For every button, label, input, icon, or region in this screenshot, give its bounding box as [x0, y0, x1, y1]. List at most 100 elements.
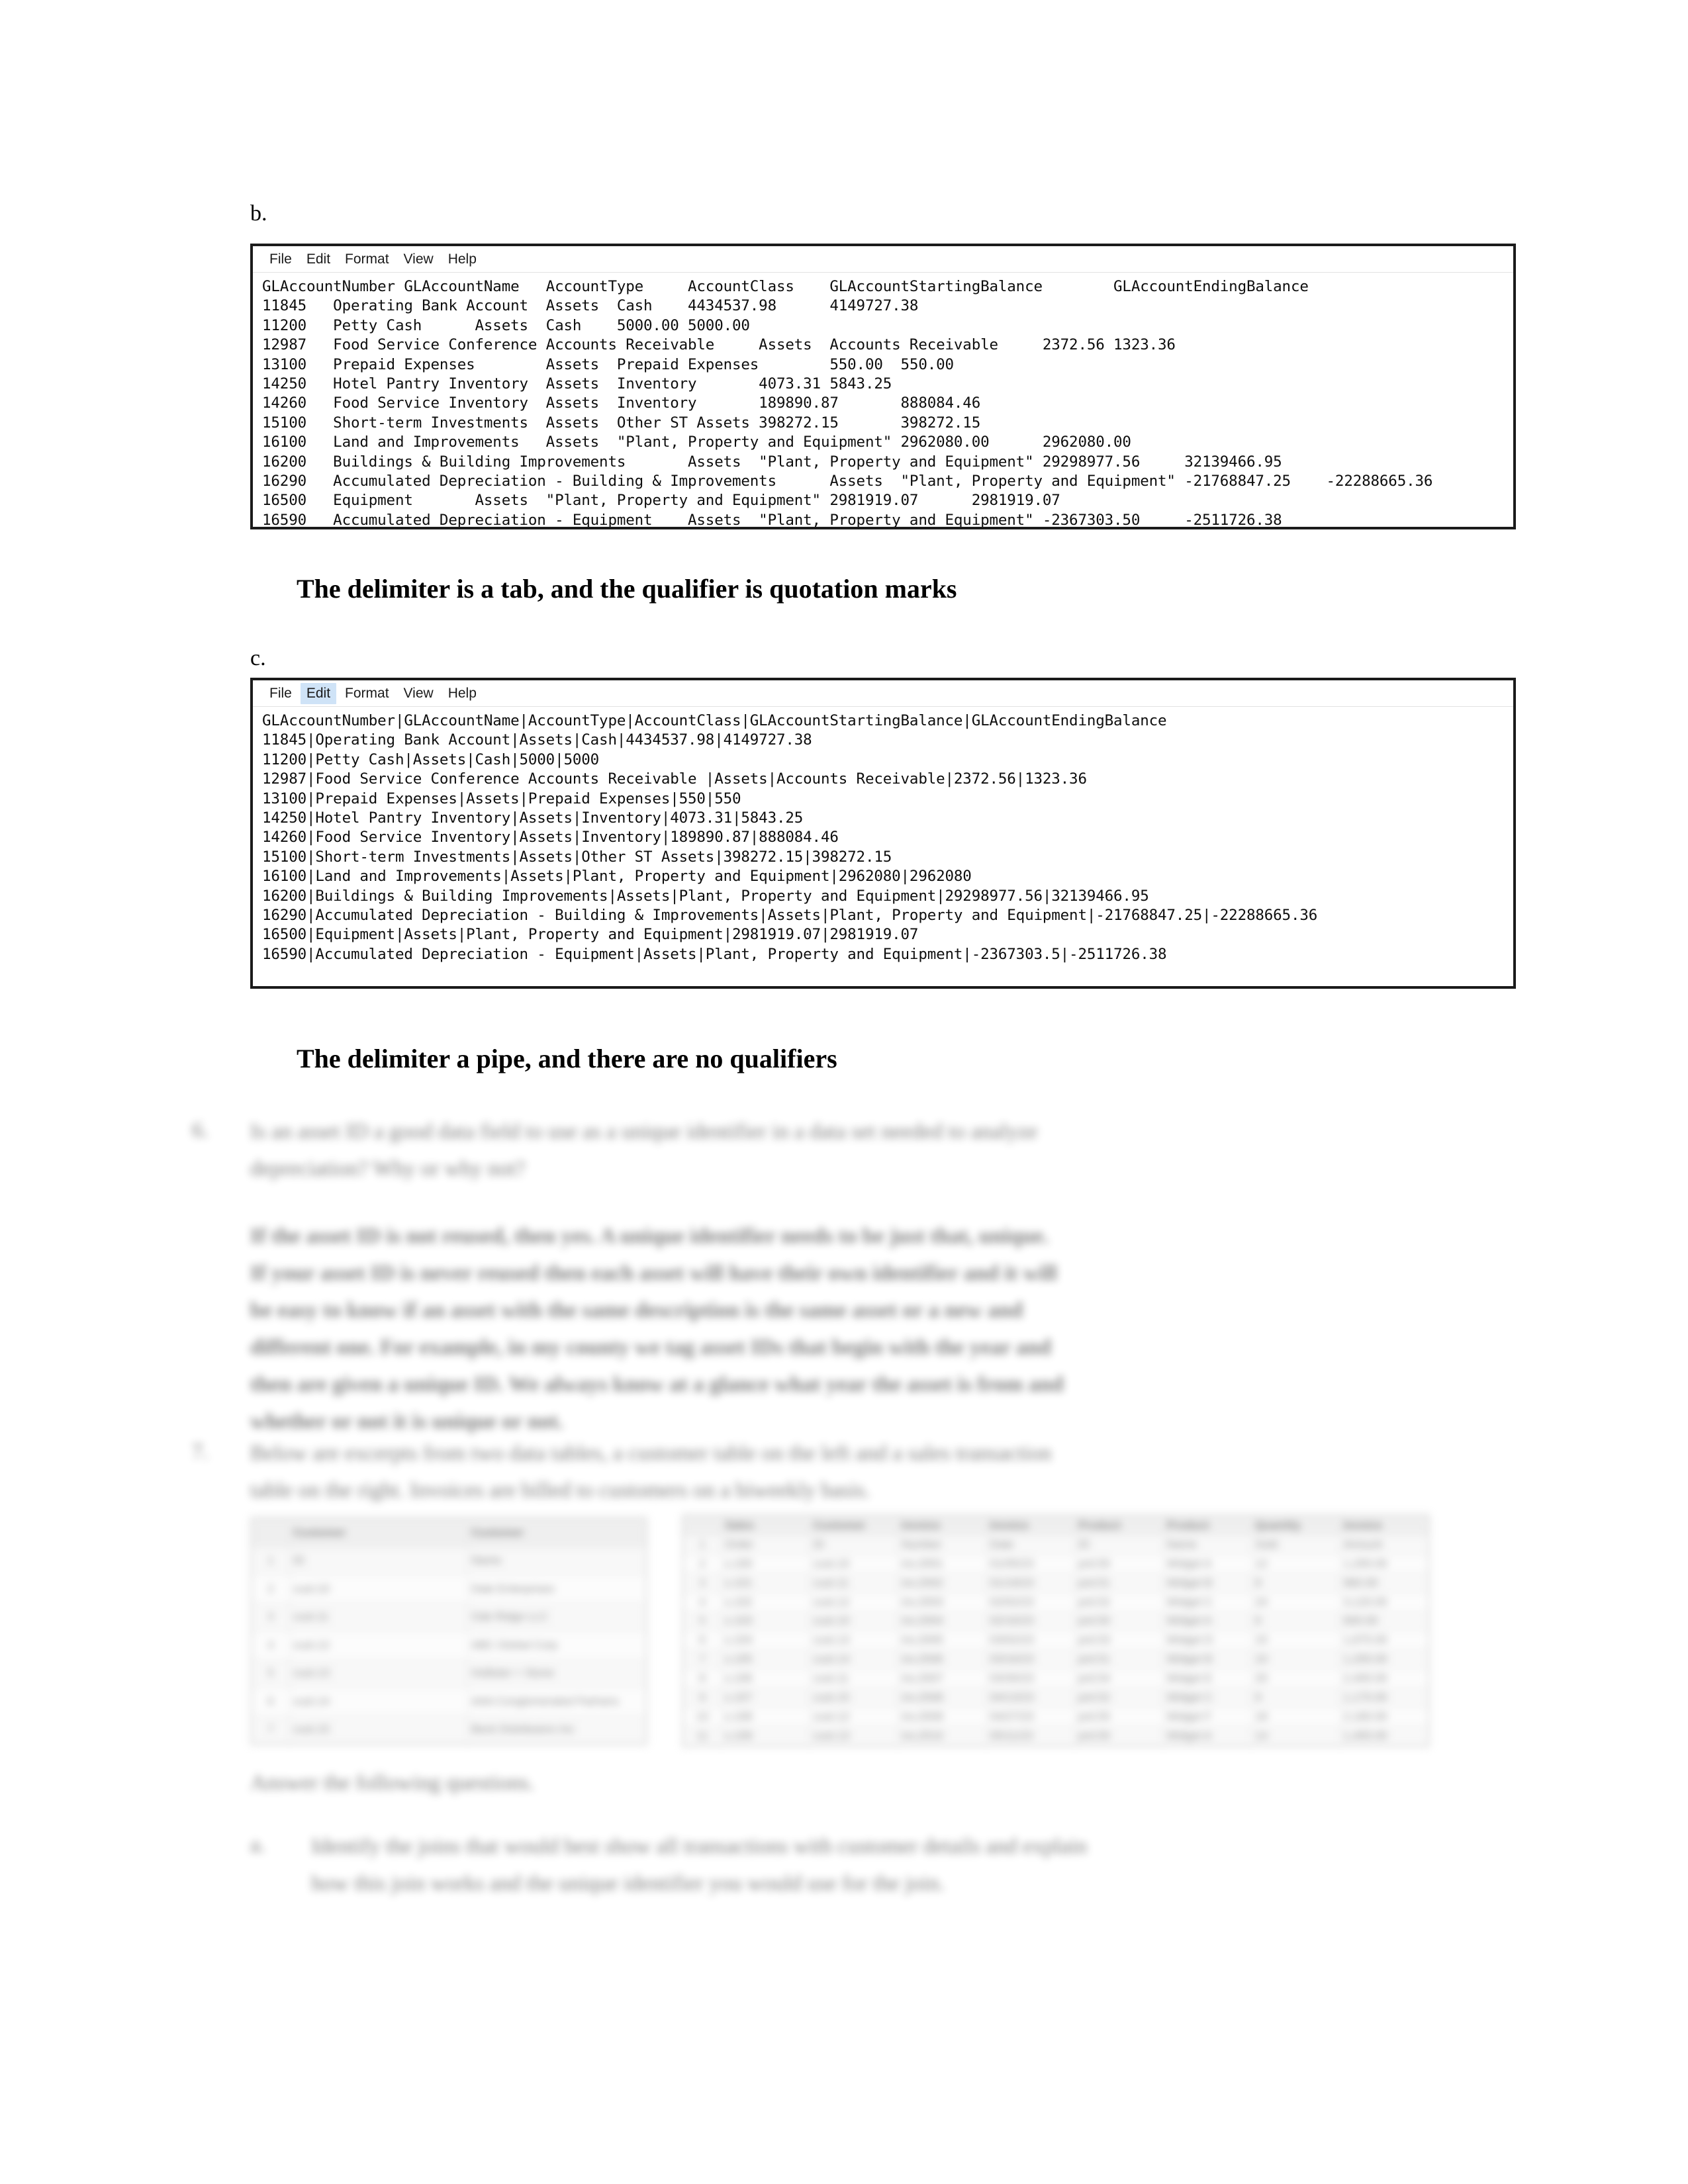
- column-header: Customer: [467, 1518, 646, 1547]
- table-cell: 6: [683, 1630, 722, 1651]
- menu-item-edit[interactable]: Edit: [300, 682, 337, 704]
- text-line: 16500|Equipment|Assets|Plant, Property a…: [262, 926, 919, 944]
- text-line: GLAccountNumber|GLAccountName|AccountTyp…: [262, 712, 1167, 729]
- table-cell: Date: [986, 1534, 1075, 1555]
- caption-tab-delimiter: The delimiter is a tab, and the qualifie…: [297, 574, 957, 604]
- table-cell: 3,120.00: [1339, 1592, 1429, 1612]
- table-cell: cust.11: [809, 1668, 898, 1689]
- table-cell: Oak Ridge LLC: [467, 1602, 646, 1631]
- table-cell: s.101: [721, 1572, 810, 1593]
- table-cell: prd.55: [1074, 1707, 1164, 1727]
- table-cell: prd.50: [1074, 1553, 1164, 1574]
- notepad-menubar[interactable]: File Edit Format View Help: [253, 246, 1513, 273]
- table-row: 1 Order ID Number Date ID Name Sold Amount: [683, 1534, 1429, 1555]
- table-cell: 7: [683, 1649, 722, 1670]
- menu-item-format[interactable]: Format: [339, 683, 395, 704]
- menu-item-edit[interactable]: Edit: [301, 249, 336, 270]
- table-cell: 04/13/23: [986, 1688, 1075, 1708]
- table-row: 6 s.104 cust.13 inv.2005 03/02/23 prd.53 Widge…: [683, 1630, 1429, 1651]
- table-cell: s.102: [721, 1592, 810, 1612]
- table-cell: prd.50: [1074, 1725, 1164, 1747]
- table-row: 2 cust.10 Dale Enterprises: [252, 1574, 646, 1604]
- table-header-row: Customer Customer: [252, 1518, 646, 1547]
- notepad-text-area[interactable]: GLAccountNumber|GLAccountName|AccountTyp…: [253, 707, 1513, 968]
- text-line: 15100 Short-term Investments Assets Othe…: [262, 414, 981, 432]
- table-cell: Widget B: [1162, 1649, 1252, 1670]
- menu-item-file[interactable]: File: [263, 683, 298, 704]
- text-line: 16200 Buildings & Building Improvements …: [262, 453, 1282, 471]
- table-cell: 10: [683, 1707, 722, 1727]
- table-row: 3 s.101 cust.11 inv.2002 01/19/23 prd.51 Widge…: [683, 1572, 1429, 1593]
- menu-item-file[interactable]: File: [263, 249, 298, 270]
- table-cell: cust.13: [809, 1630, 898, 1651]
- question-6-prompt: Is an asset ID a good data field to use …: [250, 1113, 1415, 1187]
- table-cell: 960.00: [1339, 1572, 1429, 1593]
- list-letter-c: c.: [250, 646, 266, 670]
- table-cell: Widget F: [1162, 1707, 1252, 1727]
- table-cell: prd.53: [1074, 1630, 1164, 1651]
- q7a-line-1: Identify the joins that would best show …: [311, 1835, 1088, 1858]
- table-cell: cust.10: [809, 1553, 898, 1574]
- table-cell: 12: [1251, 1553, 1340, 1574]
- notepad-window-pipe-delimited[interactable]: File Edit Format View Help GLAccountNumber|G…: [250, 678, 1516, 989]
- notepad-menubar[interactable]: File Edit Format View Help: [253, 680, 1513, 707]
- table-row: 2 s.100 cust.10 inv.2001 01/05/23 prd.50 Widge…: [683, 1553, 1429, 1574]
- table-cell: 5: [683, 1611, 722, 1631]
- table-cell: prd.51: [1074, 1649, 1164, 1670]
- table-cell: inv.2007: [898, 1668, 987, 1689]
- table-cell: 10: [1251, 1649, 1340, 1670]
- table-row: 6 cust.14 AAA Conglomerated Partners: [252, 1687, 646, 1716]
- table-cell: 03/02/23: [986, 1630, 1075, 1651]
- text-line: 16200|Buildings & Building Improvements|…: [262, 887, 1149, 905]
- table-row: 1 ID Name: [252, 1546, 646, 1575]
- text-line: 11845 Operating Bank Account Assets Cash…: [262, 297, 919, 315]
- question-6-answer: If the asset ID is not reused, then yes.…: [250, 1218, 1435, 1440]
- menu-item-help[interactable]: Help: [442, 683, 483, 704]
- table-cell: 3: [252, 1602, 290, 1631]
- table-cell: s.100: [721, 1553, 810, 1574]
- table-cell: inv.2005: [898, 1630, 987, 1651]
- column-header: Invoice: [1339, 1516, 1429, 1535]
- table-cell: inv.2001: [898, 1553, 987, 1574]
- menu-item-view[interactable]: View: [398, 683, 440, 704]
- table-cell: prd.50: [1074, 1611, 1164, 1631]
- table-cell: 6: [1251, 1611, 1340, 1631]
- table-cell: 20: [1251, 1668, 1340, 1689]
- table-cell: cust.14: [809, 1649, 898, 1670]
- transaction-table: Sales Customer Invoice Invoice Product Produc…: [682, 1514, 1430, 1747]
- column-header: Product: [1162, 1516, 1252, 1535]
- table-cell: cust.12: [809, 1707, 898, 1727]
- table-cell: Sold: [1251, 1534, 1340, 1555]
- column-header: Customer: [289, 1518, 468, 1547]
- table-cell: s.106: [721, 1668, 810, 1689]
- table-cell: prd.52: [1074, 1688, 1164, 1708]
- table-cell: s.105: [721, 1649, 810, 1670]
- text-line: 16590 Accumulated Depreciation - Equipme…: [262, 511, 1282, 529]
- menu-item-help[interactable]: Help: [442, 249, 483, 270]
- table-cell: inv.2006: [898, 1649, 987, 1670]
- table-cell: 03/30/23: [986, 1668, 1075, 1689]
- table-cell: Order: [721, 1534, 810, 1555]
- menu-item-view[interactable]: View: [398, 249, 440, 270]
- text-line: 11845|Operating Bank Account|Assets|Cash…: [262, 731, 812, 749]
- table-cell: 3: [683, 1572, 722, 1593]
- notepad-text-area[interactable]: GLAccountNumber GLAccountName AccountTyp…: [253, 273, 1513, 529]
- caption-pipe-delimiter: The delimiter a pipe, and there are no q…: [297, 1044, 837, 1073]
- table-row: 10 s.108 cust.12 inv.2009 04/27/23 prd.55 Widg…: [683, 1707, 1429, 1727]
- column-header: Sales: [721, 1516, 810, 1535]
- text-line: 16290|Accumulated Depreciation - Buildin…: [262, 907, 1318, 925]
- text-line: 16290 Accumulated Depreciation - Buildin…: [262, 473, 1433, 490]
- table-cell: cust.13: [289, 1659, 468, 1688]
- q6-answer-line: If your asset ID is never reused then ea…: [250, 1261, 1057, 1285]
- column-header: [683, 1516, 722, 1535]
- text-line: 13100|Prepaid Expenses|Assets|Prepaid Ex…: [262, 790, 741, 807]
- table-cell: 9: [1251, 1688, 1340, 1708]
- text-line: 12987|Food Service Conference Accounts R…: [262, 770, 1087, 788]
- question-7a-letter: a.: [250, 1833, 265, 1857]
- table-cell: 03/16/23: [986, 1649, 1075, 1670]
- q6-prompt-line-2: depreciation? Why or why not?: [250, 1157, 526, 1181]
- question-7a-text: Identify the joins that would best show …: [311, 1828, 1436, 1902]
- menu-item-format[interactable]: Format: [339, 249, 395, 270]
- notepad-window-tab-delimited[interactable]: File Edit Format View Help GLAccountNumber G…: [250, 244, 1516, 529]
- table-row: 3 cust.11 Oak Ridge LLC: [252, 1602, 646, 1631]
